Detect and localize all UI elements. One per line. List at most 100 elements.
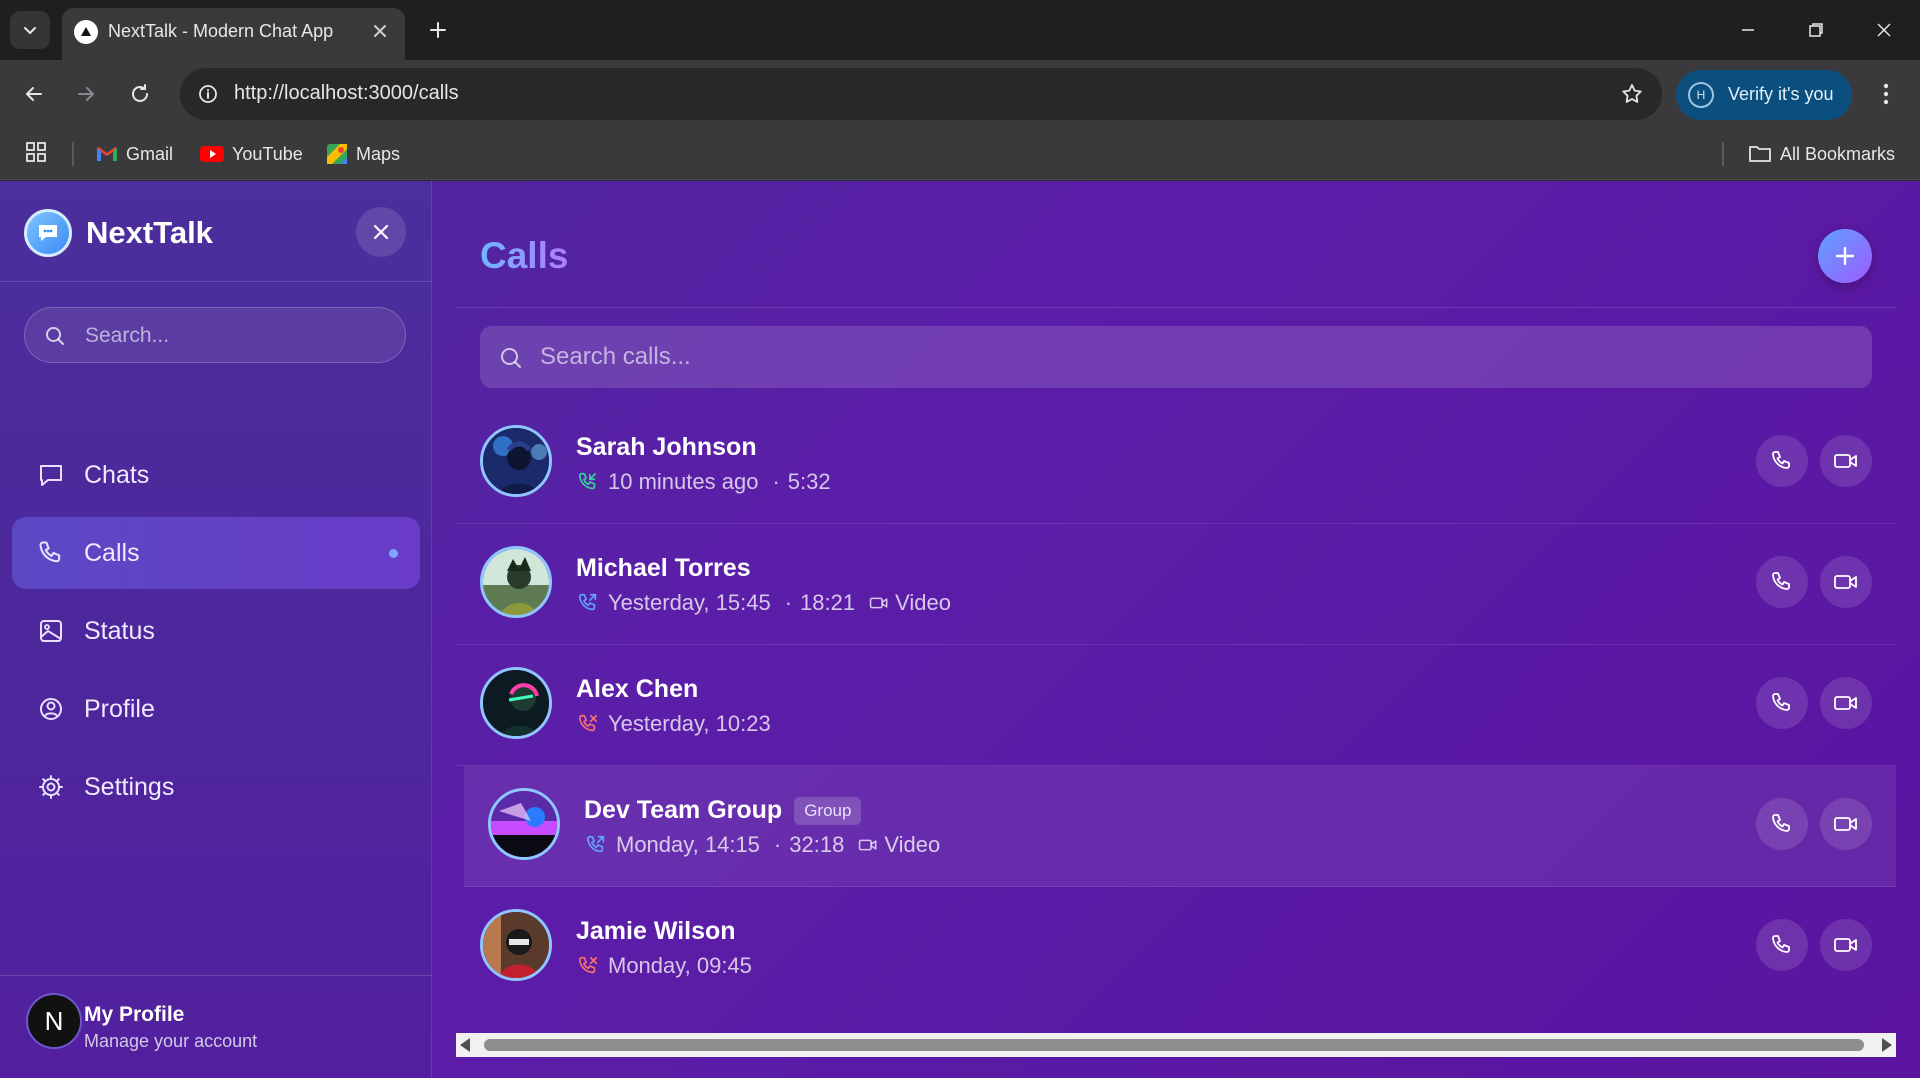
search-icon — [46, 327, 64, 345]
plus-icon — [1835, 246, 1855, 266]
bookmark-gmail[interactable]: Gmail — [96, 138, 173, 170]
video-call-button[interactable] — [1820, 919, 1872, 971]
apps-grid-icon[interactable] — [24, 140, 52, 168]
my-profile-name[interactable]: My Profile — [84, 1003, 184, 1027]
sidebar-item-settings[interactable]: Settings — [12, 751, 420, 823]
voice-call-button[interactable] — [1756, 435, 1808, 487]
avatar[interactable] — [480, 546, 552, 618]
my-avatar[interactable]: N — [26, 993, 82, 1049]
site-info-icon[interactable] — [194, 80, 222, 108]
call-name-line: Dev Team Group Group — [584, 796, 862, 825]
sidebar: NextTalk Chats Calls — [0, 181, 432, 1078]
missed-call-icon — [576, 954, 600, 978]
close-window-button[interactable] — [1866, 12, 1902, 48]
sidebar-item-chats[interactable]: Chats — [12, 439, 420, 511]
verify-identity-button[interactable]: H Verify it's you — [1676, 70, 1852, 120]
video-call-button[interactable] — [1820, 798, 1872, 850]
caller-name: Sarah Johnson — [576, 433, 757, 461]
sidebar-item-label: Calls — [84, 538, 140, 567]
phone-icon — [1772, 451, 1790, 469]
video-call-button[interactable] — [1820, 556, 1872, 608]
video-call-button[interactable] — [1820, 435, 1872, 487]
sidebar-footer-divider — [0, 975, 432, 976]
new-tab-button[interactable] — [422, 14, 454, 46]
avatar[interactable] — [488, 788, 560, 860]
missed-call-icon — [576, 712, 600, 736]
video-label: Video — [884, 832, 941, 857]
voice-call-button[interactable] — [1756, 677, 1808, 729]
calls-search-input[interactable] — [540, 338, 1840, 376]
restore-button[interactable] — [1798, 12, 1834, 48]
more-vertical-icon — [1883, 83, 1889, 105]
call-time: Monday, 14:15 — [616, 832, 760, 857]
caller-name: Jamie Wilson — [576, 917, 736, 945]
tab-close-icon[interactable] — [367, 18, 393, 44]
voice-call-button[interactable] — [1756, 556, 1808, 608]
bookmarks-separator — [1722, 142, 1724, 166]
sidebar-item-calls[interactable]: Calls — [12, 517, 420, 589]
call-name-line: Sarah Johnson — [576, 433, 757, 462]
nextjs-icon — [74, 20, 98, 44]
meta-separator: · — [773, 832, 782, 857]
call-row[interactable]: Jamie Wilson Monday, 09:45 — [456, 887, 1896, 1008]
address-bar[interactable]: http://localhost:3000/calls — [180, 68, 1662, 120]
user-circle-icon — [36, 694, 66, 724]
avatar[interactable] — [480, 667, 552, 739]
call-duration: 18:21 — [800, 590, 856, 615]
tab-title: NextTalk - Modern Chat App — [108, 21, 334, 41]
avatar[interactable] — [480, 425, 552, 497]
minimize-button[interactable] — [1730, 12, 1766, 48]
all-bookmarks-button[interactable]: All Bookmarks — [1748, 138, 1895, 170]
call-actions — [1756, 677, 1872, 729]
calls-list: Sarah Johnson 10 minutes ago · 5:32 Mich… — [456, 403, 1896, 1008]
call-meta: Yesterday, 15:45 · 18:21 Video — [576, 590, 951, 616]
video-camera-icon — [1834, 938, 1857, 952]
bookmarks-bar: Gmail YouTube Maps All Bookmarks — [0, 128, 1920, 180]
voice-call-button[interactable] — [1756, 919, 1808, 971]
avatar[interactable] — [480, 909, 552, 981]
horizontal-scrollbar[interactable] — [456, 1033, 1896, 1057]
bookmark-maps[interactable]: Maps — [326, 138, 400, 170]
call-time: Monday, 09:45 — [608, 953, 752, 978]
call-time: Yesterday, 10:23 — [608, 711, 771, 736]
video-label: Video — [895, 590, 951, 615]
forward-button[interactable] — [70, 78, 102, 110]
call-name-line: Alex Chen — [576, 675, 698, 704]
call-time: 10 minutes ago — [608, 469, 759, 494]
scroll-left-arrow[interactable] — [460, 1038, 470, 1052]
all-bookmarks-label: All Bookmarks — [1780, 143, 1896, 164]
maps-icon — [327, 144, 347, 164]
new-call-button[interactable] — [1818, 229, 1872, 283]
sidebar-item-profile[interactable]: Profile — [12, 673, 420, 745]
voice-call-button[interactable] — [1756, 798, 1808, 850]
sidebar-item-label: Settings — [84, 772, 175, 801]
close-sidebar-button[interactable] — [356, 207, 406, 257]
scrollbar-thumb[interactable] — [484, 1039, 1864, 1051]
video-call-button[interactable] — [1820, 677, 1872, 729]
call-row[interactable]: Sarah Johnson 10 minutes ago · 5:32 — [456, 403, 1896, 524]
call-actions — [1756, 798, 1872, 850]
chat-logo-icon — [24, 209, 72, 257]
phone-icon — [1772, 572, 1790, 590]
tab-search-button[interactable] — [10, 11, 50, 49]
call-actions — [1756, 435, 1872, 487]
browser-menu-button[interactable] — [1870, 78, 1902, 110]
youtube-icon — [200, 146, 224, 162]
sidebar-item-status[interactable]: Status — [12, 595, 420, 667]
meta-separator: · — [772, 469, 780, 494]
call-row[interactable]: Dev Team Group Group Monday, 14:15 · 32:… — [464, 766, 1896, 887]
call-row[interactable]: Michael Torres Yesterday, 15:45 · 18:21 … — [456, 524, 1896, 645]
caller-name: Dev Team Group — [584, 796, 783, 824]
brand-name: NextTalk — [86, 215, 213, 250]
restore-icon — [1809, 23, 1823, 37]
sidebar-search-input[interactable] — [85, 318, 385, 354]
browser-tab[interactable]: NextTalk - Modern Chat App — [62, 8, 405, 60]
outgoing-call-icon — [576, 591, 600, 615]
reload-button[interactable] — [124, 78, 156, 110]
call-row[interactable]: Alex Chen Yesterday, 10:23 — [456, 645, 1896, 766]
scroll-right-arrow[interactable] — [1882, 1038, 1892, 1052]
bookmark-youtube[interactable]: YouTube — [200, 138, 303, 170]
video-camera-icon — [859, 839, 877, 851]
bookmark-star-icon[interactable] — [1618, 80, 1646, 108]
back-button[interactable] — [18, 78, 50, 110]
